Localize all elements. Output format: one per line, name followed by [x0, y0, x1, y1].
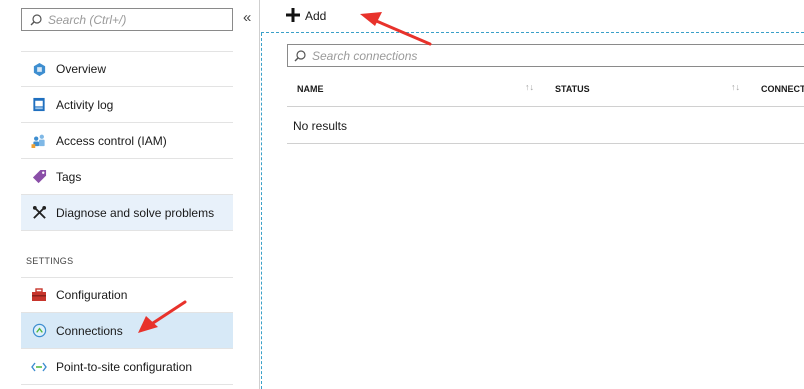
menu-search-input[interactable]	[48, 12, 228, 27]
menu-item-label: Overview	[56, 62, 107, 76]
menu-item-label: Point-to-site configuration	[56, 359, 193, 374]
menu-item-point-to-site[interactable]: Point-to-site configuration	[21, 349, 233, 385]
menu-item-overview[interactable]: Overview	[21, 51, 233, 87]
connections-search-input[interactable]	[312, 48, 802, 63]
search-icon	[30, 13, 42, 25]
menu-item-label: Tags	[56, 169, 82, 184]
sort-icon[interactable]: ↑↓	[525, 82, 534, 92]
menu-item-label: Diagnose and solve problems	[56, 205, 215, 220]
add-button-label: Add	[305, 8, 327, 23]
connections-panel: NAME ↑↓ STATUS ↑↓ CONNECT No results	[261, 33, 804, 389]
sort-icon[interactable]: ↑↓	[731, 82, 740, 92]
activity-log-icon	[31, 97, 47, 113]
connections-icon	[31, 323, 47, 339]
collapse-menu-button[interactable]: «	[243, 9, 251, 26]
menu-search-box[interactable]	[21, 8, 233, 31]
menu-item-configuration[interactable]: Configuration	[21, 277, 233, 313]
menu-item-diagnose[interactable]: Diagnose and solve problems	[21, 195, 233, 231]
command-bar: Add	[261, 0, 804, 33]
iam-icon	[31, 133, 47, 149]
plus-icon	[286, 8, 300, 23]
menu-item-label: Activity log	[56, 97, 114, 112]
column-header-status[interactable]: STATUS	[555, 84, 590, 94]
settings-menu-list: Configuration Connections Point-to-site …	[21, 277, 233, 385]
menu-item-connections[interactable]: Connections	[21, 313, 233, 349]
column-header-name[interactable]: NAME	[297, 84, 324, 94]
search-icon	[294, 49, 306, 61]
resource-menu-sidebar: « Overview Activity log Access control (…	[0, 0, 260, 389]
main-menu-list: Overview Activity log Access control (IA…	[21, 51, 233, 231]
overview-icon	[31, 61, 47, 77]
connections-search-box[interactable]	[287, 44, 804, 67]
menu-item-activity-log[interactable]: Activity log	[21, 87, 233, 123]
empty-grid-row: No results	[287, 107, 804, 144]
no-results-text: No results	[293, 119, 348, 133]
menu-item-label: Connections	[56, 323, 123, 338]
connections-grid-header: NAME ↑↓ STATUS ↑↓ CONNECT	[287, 73, 804, 107]
column-header-connection[interactable]: CONNECT	[761, 84, 804, 94]
menu-item-tags[interactable]: Tags	[21, 159, 233, 195]
settings-section-header: SETTINGS	[26, 256, 74, 266]
menu-item-label: Configuration	[56, 288, 128, 302]
point-to-site-icon	[31, 359, 47, 375]
add-connection-button[interactable]: Add	[286, 8, 326, 23]
menu-item-access-control[interactable]: Access control (IAM)	[21, 123, 233, 159]
menu-item-label: Access control (IAM)	[56, 133, 167, 148]
connections-blade: Add NAME ↑↓ STATUS ↑↓ CONNECT No results	[261, 0, 804, 389]
wrench-icon	[31, 205, 47, 221]
tag-icon	[31, 169, 47, 185]
toolbox-icon	[31, 287, 47, 303]
